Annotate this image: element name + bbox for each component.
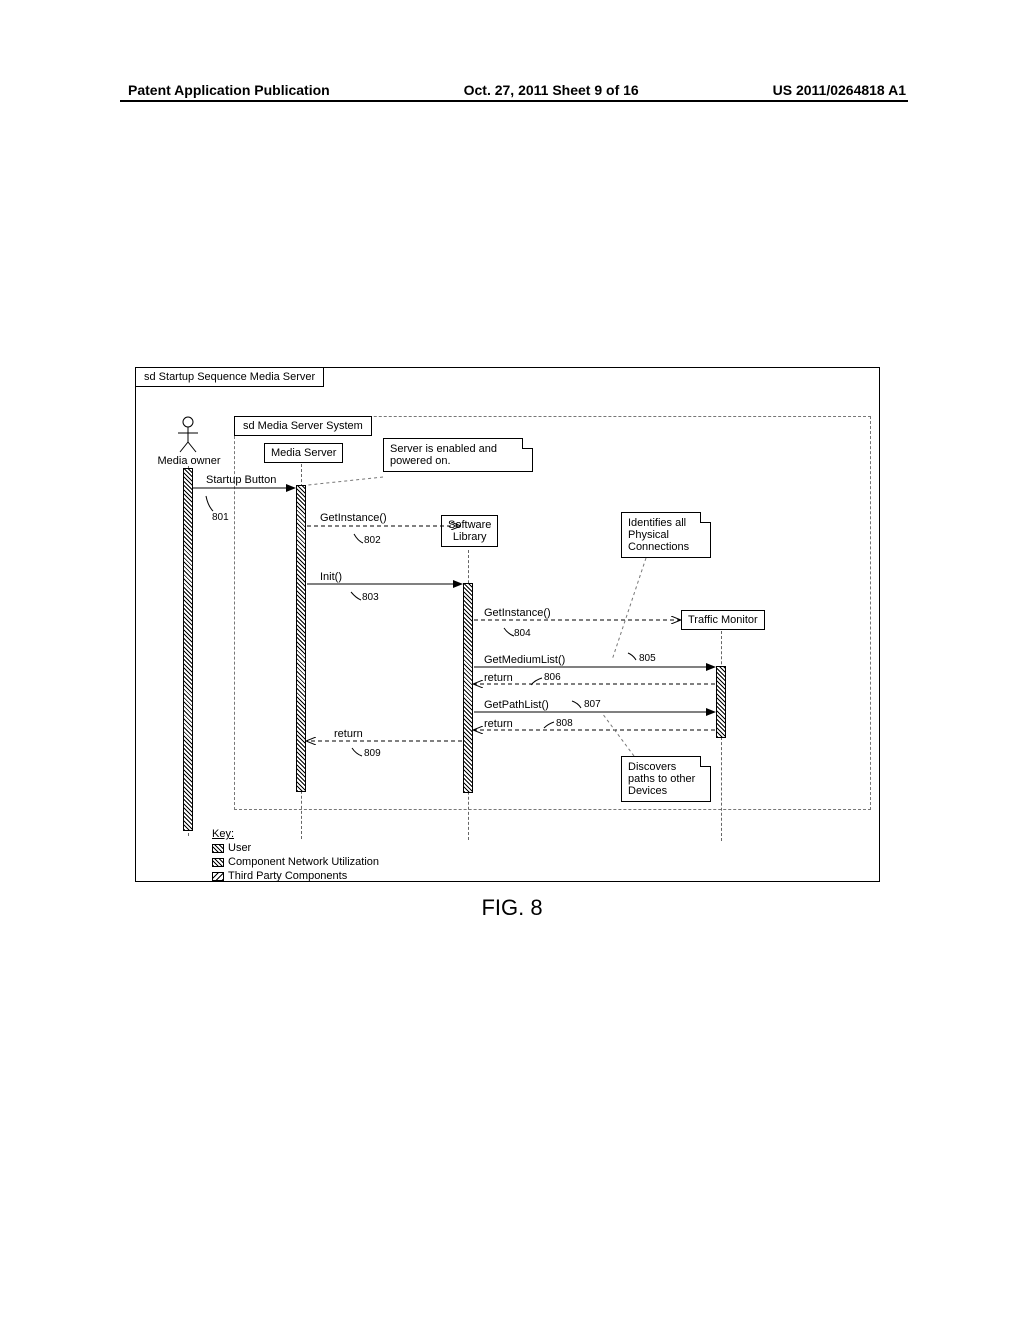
note-fold-icon (700, 512, 711, 523)
msg-init: Init() (320, 571, 342, 583)
ref-801: 801 (212, 512, 229, 523)
ref-808: 808 (556, 718, 573, 729)
header-left: Patent Application Publication (128, 82, 330, 98)
msg-return-809: return (334, 728, 363, 740)
legend-swatch-user (212, 844, 224, 853)
note-discovers-paths-text: Discovers paths to other Devices (628, 761, 695, 797)
legend-label-cnu: Component Network Utilization (228, 856, 379, 868)
ref-806: 806 (544, 672, 561, 683)
legend-label-user: User (228, 842, 251, 854)
msg-getpathlist: GetPathList() (484, 699, 549, 711)
legend: Key: User Component Network Utilization … (212, 828, 379, 882)
ref-807: 807 (584, 699, 601, 710)
figure-caption: FIG. 8 (0, 895, 1024, 921)
note-discovers-paths: Discovers paths to other Devices (621, 756, 711, 802)
note-server-enabled: Server is enabled and powered on. (383, 438, 533, 472)
lifeline-media-server: Media Server (264, 443, 343, 463)
activation-server (296, 485, 306, 792)
activation-library (463, 583, 473, 793)
activation-owner (183, 468, 193, 831)
legend-swatch-third (212, 872, 224, 881)
inner-frame-tab: sd Media Server System (234, 416, 372, 436)
ref-803: 803 (362, 592, 379, 603)
header-rule (120, 100, 908, 102)
sequence-frame-inner: sd Media Server System (234, 416, 871, 810)
legend-label-third: Third Party Components (228, 870, 347, 882)
msg-return-806: return (484, 672, 513, 684)
lifeline-traffic-monitor: Traffic Monitor (681, 610, 765, 630)
legend-row-user: User (212, 842, 379, 854)
msg-startup-button: Startup Button (206, 474, 276, 486)
actor-icon (176, 416, 200, 454)
ref-802: 802 (364, 535, 381, 546)
legend-row-third: Third Party Components (212, 870, 379, 882)
note-fold-icon (700, 756, 711, 767)
activation-monitor (716, 666, 726, 738)
ref-805: 805 (639, 653, 656, 664)
note-fold-icon (522, 438, 533, 449)
msg-return-808: return (484, 718, 513, 730)
ref-804: 804 (514, 628, 531, 639)
note-server-enabled-text: Server is enabled and powered on. (390, 443, 497, 467)
outer-frame-tab: sd Startup Sequence Media Server (135, 367, 324, 387)
publication-header: Patent Application Publication Oct. 27, … (0, 82, 1024, 98)
lifeline-software-library: SoftwareLibrary (441, 515, 498, 547)
legend-title: Key: (212, 828, 234, 840)
note-identifies-connections-text: Identifies all Physical Connections (628, 517, 689, 553)
header-center: Oct. 27, 2011 Sheet 9 of 16 (464, 82, 639, 98)
sequence-frame-outer: sd Startup Sequence Media Server sd Medi… (135, 367, 880, 882)
msg-getinstance-2: GetInstance() (484, 607, 551, 619)
msg-getmediumlist: GetMediumList() (484, 654, 565, 666)
outer-frame-label: sd Startup Sequence Media Server (144, 371, 315, 383)
inner-frame-label: sd Media Server System (243, 420, 363, 432)
msg-getinstance-1: GetInstance() (320, 512, 387, 524)
legend-swatch-cnu (212, 858, 224, 867)
ref-809: 809 (364, 748, 381, 759)
header-right: US 2011/0264818 A1 (773, 82, 906, 98)
actor-media-owner-label: Media owner (154, 455, 224, 467)
note-identifies-connections: Identifies all Physical Connections (621, 512, 711, 558)
legend-row-cnu: Component Network Utilization (212, 856, 379, 868)
